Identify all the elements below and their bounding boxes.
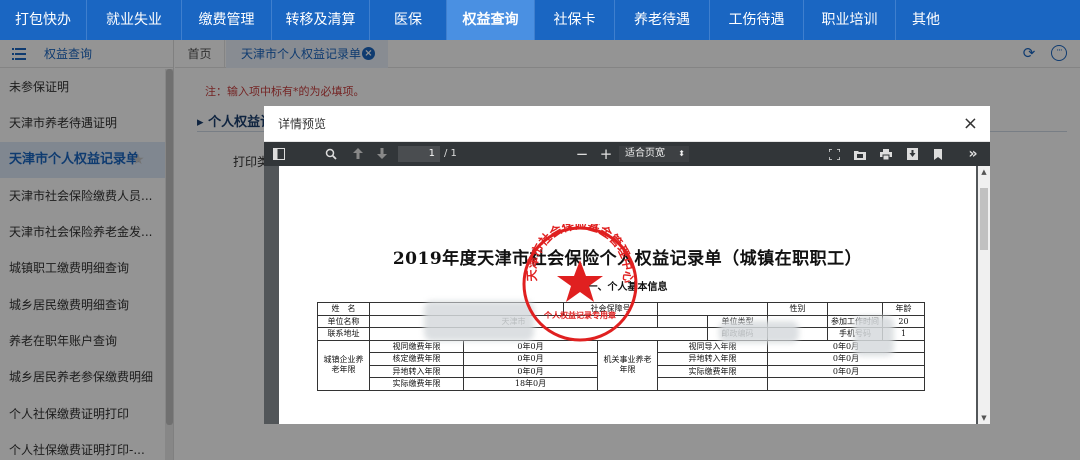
table-cell: 0年0月 — [463, 364, 598, 378]
table-cell — [767, 377, 925, 391]
nav-item-employment[interactable]: 就业失业 — [87, 0, 182, 40]
table-cell: 18年0月 — [463, 377, 598, 391]
scroll-down-icon[interactable]: ▼ — [978, 414, 990, 422]
table-cell: 视同缴费年限 — [369, 339, 464, 353]
nav-item-medical[interactable]: 医保 — [370, 0, 447, 40]
table-cell: 核定缴费年限 — [369, 352, 464, 366]
table-cell — [657, 302, 768, 316]
open-file-icon[interactable] — [852, 142, 868, 166]
redaction-blur — [719, 321, 799, 343]
table-cell: 0年0月 — [463, 352, 598, 366]
page-number-input[interactable]: 1 — [398, 146, 440, 162]
nav-item-transfer[interactable]: 转移及清算 — [272, 0, 370, 40]
table-cell: 单位名称 — [317, 314, 370, 328]
table-cell: 机关事业养老年限 — [597, 339, 658, 391]
table-cell: 城镇企业养老年限 — [317, 339, 370, 391]
seal-subtext: 个人权益记录专用章 — [543, 310, 616, 320]
table-cell: 姓 名 — [317, 302, 370, 316]
bookmark-icon[interactable] — [930, 142, 946, 166]
zoom-in-icon[interactable]: + — [598, 142, 614, 166]
table-cell: 联系地址 — [317, 327, 370, 341]
table-cell: 实际缴费年限 — [369, 377, 464, 391]
nav-item-rights-query[interactable]: 权益查询 — [447, 0, 535, 40]
pdf-page: 2019年度天津市社会保险个人权益记录单（城镇在职职工） 一、个人基本信息 姓 … — [279, 166, 976, 424]
nav-item-quick[interactable]: 打包快办 — [0, 0, 87, 40]
official-seal: 天津市社会保险基金管理中心 个人权益记录专用章 — [522, 224, 638, 342]
table-cell: 0年0月 — [767, 364, 925, 378]
modal-header: 详情预览 × — [264, 106, 990, 142]
table-cell: 实际缴费年限 — [657, 364, 768, 378]
zoom-select[interactable]: 适合页宽 ⬍ — [619, 146, 689, 162]
print-icon[interactable] — [878, 142, 894, 166]
pdf-viewer: 1 / 1 − + 适合页宽 ⬍ » 2019年度天津市社会保险个人权益记录单（… — [264, 142, 990, 424]
next-page-icon[interactable] — [374, 142, 390, 166]
page-total: / 1 — [444, 148, 457, 159]
table-cell: 异地转入年限 — [369, 364, 464, 378]
nav-item-other[interactable]: 其他 — [896, 0, 956, 40]
download-icon[interactable] — [904, 142, 920, 166]
redaction-blur — [854, 316, 894, 356]
zoom-select-value: 适合页宽 — [625, 148, 665, 159]
prev-page-icon[interactable] — [350, 142, 366, 166]
modal-title: 详情预览 — [278, 117, 327, 131]
table-cell — [657, 314, 708, 328]
table-cell: 0年0月 — [767, 352, 925, 366]
table-cell: 异地转入年限 — [657, 352, 768, 366]
preview-modal: 详情预览 × 1 / 1 − + 适合页宽 ⬍ » 2019年度天津市社会保险个… — [264, 106, 990, 424]
close-icon[interactable]: × — [963, 106, 978, 142]
zoom-out-icon[interactable]: − — [574, 142, 590, 166]
table-cell — [827, 302, 883, 316]
table-cell — [657, 377, 768, 391]
presentation-mode-icon[interactable] — [826, 142, 842, 166]
scroll-up-icon[interactable]: ▲ — [978, 168, 990, 176]
table-cell: 年龄 — [882, 302, 925, 316]
search-icon[interactable] — [322, 142, 340, 166]
nav-item-injury[interactable]: 工伤待遇 — [710, 0, 804, 40]
nav-item-training[interactable]: 职业培训 — [804, 0, 896, 40]
top-nav: 打包快办 就业失业 缴费管理 转移及清算 医保 权益查询 社保卡 养老待遇 工伤… — [0, 0, 1080, 40]
table-cell: 性别 — [767, 302, 828, 316]
sidebar-toggle-icon[interactable] — [270, 142, 288, 166]
scrollbar-thumb[interactable] — [980, 188, 988, 250]
double-chevron-right-icon[interactable]: » — [964, 142, 982, 166]
pdf-scrollbar[interactable]: ▲ ▼ — [978, 166, 990, 424]
nav-item-ss-card[interactable]: 社保卡 — [535, 0, 615, 40]
nav-item-payment[interactable]: 缴费管理 — [182, 0, 272, 40]
redaction-blur — [424, 301, 534, 341]
nav-item-pension[interactable]: 养老待遇 — [615, 0, 710, 40]
chevron-down-icon: ⬍ — [678, 149, 685, 158]
pdf-toolbar: 1 / 1 − + 适合页宽 ⬍ » — [264, 142, 990, 166]
